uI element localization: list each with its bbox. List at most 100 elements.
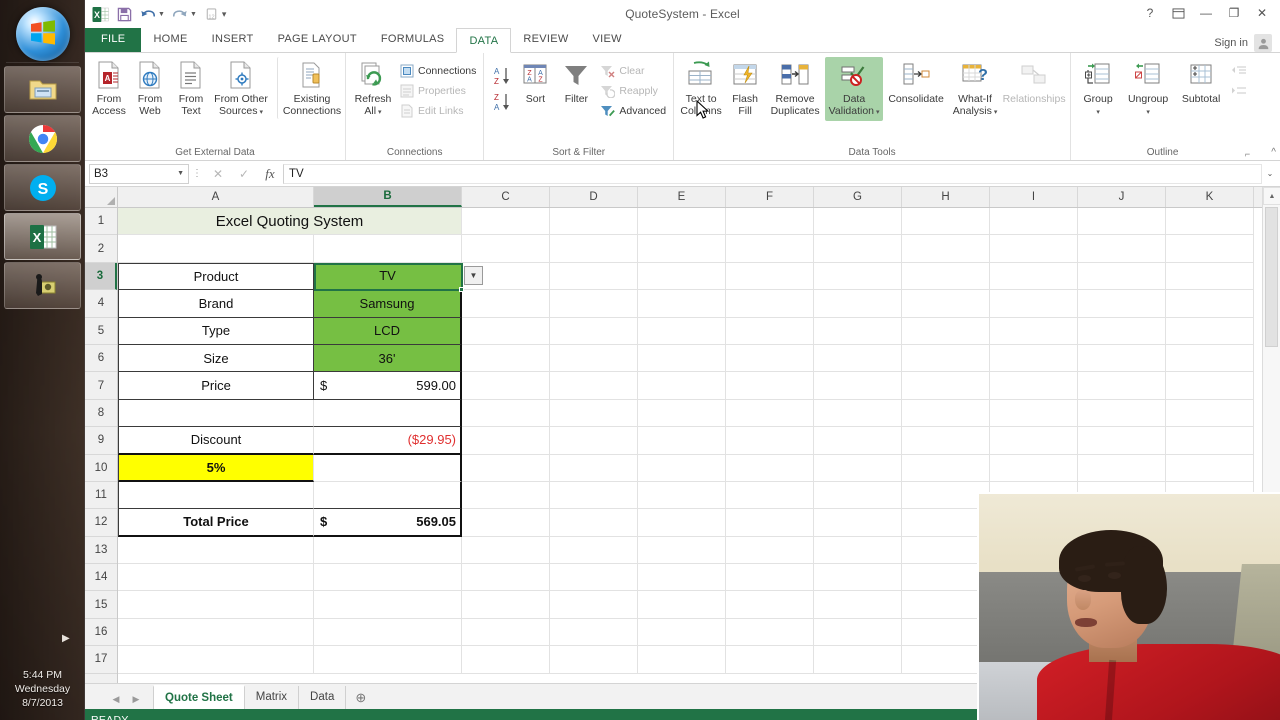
filter-button[interactable]: Filter	[556, 57, 596, 107]
cell-k2[interactable]	[1166, 235, 1254, 263]
confirm-edit-button[interactable]: ✓	[231, 167, 257, 181]
cell-e7[interactable]	[638, 372, 726, 400]
row-header-17[interactable]: 17	[85, 646, 117, 674]
tab-insert[interactable]: INSERT	[200, 27, 266, 52]
column-header-h[interactable]: H	[902, 187, 990, 207]
formula-input[interactable]: TV	[283, 163, 1262, 184]
cell-b7[interactable]: $ 599.00	[314, 372, 462, 400]
cell-k8[interactable]	[1166, 399, 1254, 428]
cell-c16[interactable]	[462, 618, 550, 647]
cell-b13[interactable]	[314, 536, 462, 565]
cell-e11[interactable]	[638, 481, 726, 510]
cell-a6[interactable]: Size	[118, 344, 314, 373]
undo-button[interactable]	[137, 3, 159, 25]
formula-bar-grip[interactable]: ⋮	[189, 168, 205, 179]
from-text-button[interactable]: From Text	[171, 57, 211, 119]
collapse-ribbon-button[interactable]: ^	[1271, 147, 1276, 158]
cell-j5[interactable]	[1078, 317, 1166, 345]
cell-f16[interactable]	[726, 618, 814, 647]
cell-b12[interactable]: $ 569.05	[314, 509, 462, 537]
relationships-button[interactable]: Relationships	[1002, 57, 1066, 107]
subtotal-button[interactable]: Subtotal	[1175, 57, 1227, 107]
cell-c9[interactable]	[462, 427, 550, 455]
cell-k3[interactable]	[1166, 262, 1254, 291]
data-validation-button[interactable]: Data Validation ▾	[696, 57, 884, 121]
cell-d5[interactable]	[550, 317, 638, 345]
row-header-1[interactable]: 1	[85, 208, 117, 236]
cell-h1[interactable]	[902, 208, 990, 236]
cell-e2[interactable]	[638, 235, 726, 263]
cell-d1[interactable]	[550, 208, 638, 236]
cell-e8[interactable]	[638, 399, 726, 428]
existing-connections-button[interactable]: Existing Connections	[277, 57, 341, 119]
row-header-16[interactable]: 16	[85, 619, 117, 647]
cell-k1[interactable]	[1166, 208, 1254, 236]
remove-duplicates-button[interactable]: Remove Duplicates	[766, 57, 824, 119]
cell-k6[interactable]	[1166, 344, 1254, 373]
outline-dialog-launcher[interactable]: ⌐	[1245, 149, 1250, 159]
tab-home[interactable]: HOME	[141, 27, 199, 52]
cell-i1[interactable]	[990, 208, 1078, 236]
cell-g4[interactable]	[814, 290, 902, 318]
cell-d6[interactable]	[550, 344, 638, 373]
cell-e16[interactable]	[638, 618, 726, 647]
hide-detail-button[interactable]	[1228, 81, 1250, 101]
cell-g15[interactable]	[814, 591, 902, 619]
cell-b8[interactable]	[314, 399, 462, 428]
cell-c17[interactable]	[462, 646, 550, 674]
cell-g12[interactable]	[814, 509, 902, 537]
cell-d16[interactable]	[550, 618, 638, 647]
row-header-9[interactable]: 9	[85, 427, 117, 455]
tab-file[interactable]: FILE	[85, 27, 142, 52]
window-controls[interactable]: ? — ❐ ✕	[1136, 2, 1276, 24]
ungroup-button[interactable]: Ungroup ▾	[1122, 57, 1174, 121]
connections-button[interactable]: Connections	[397, 61, 479, 81]
cell-b15[interactable]	[314, 591, 462, 619]
sheet-tab-quote-sheet[interactable]: Quote Sheet	[153, 685, 245, 709]
cell-f14[interactable]	[726, 564, 814, 592]
cell-b17[interactable]	[314, 646, 462, 674]
taskbar-clock[interactable]: 5:44 PM Wednesday 8/7/2013	[0, 668, 85, 710]
tab-page-layout[interactable]: PAGE LAYOUT	[266, 27, 369, 52]
column-header-i[interactable]: I	[990, 187, 1078, 207]
cell-c10[interactable]	[462, 454, 550, 482]
sheet-nav-arrows[interactable]: ◀ ▶	[85, 694, 153, 709]
cell-a17[interactable]	[118, 646, 314, 674]
cell-f15[interactable]	[726, 591, 814, 619]
row-header-6[interactable]: 6	[85, 345, 117, 373]
cell-g17[interactable]	[814, 646, 902, 674]
row-header-14[interactable]: 14	[85, 564, 117, 592]
help-button[interactable]: ?	[1136, 2, 1164, 24]
cell-a14[interactable]	[118, 564, 314, 592]
cell-g2[interactable]	[814, 235, 902, 263]
sheet-tab-matrix[interactable]: Matrix	[245, 686, 300, 709]
taskbar-item-excel[interactable]: X	[4, 213, 81, 260]
next-sheet-button[interactable]: ▶	[127, 694, 145, 705]
cell-f11[interactable]	[726, 481, 814, 510]
cell-a10[interactable]: 5%	[118, 454, 314, 482]
cell-c8[interactable]	[462, 399, 550, 428]
tab-formulas[interactable]: FORMULAS	[369, 27, 457, 52]
cell-f17[interactable]	[726, 646, 814, 674]
cell-h5[interactable]	[902, 317, 990, 345]
cell-f2[interactable]	[726, 235, 814, 263]
row-header-15[interactable]: 15	[85, 591, 117, 619]
column-header-a[interactable]: A	[118, 187, 314, 207]
cell-j10[interactable]	[1078, 454, 1166, 482]
column-header-k[interactable]: K	[1166, 187, 1254, 207]
cell-g9[interactable]	[814, 427, 902, 455]
cancel-edit-button[interactable]: ✕	[205, 167, 231, 181]
cell-c6[interactable]	[462, 344, 550, 373]
cell-e9[interactable]	[638, 427, 726, 455]
cell-c1[interactable]	[462, 208, 550, 236]
row-header-13[interactable]: 13	[85, 537, 117, 565]
column-header-c[interactable]: C	[462, 187, 550, 207]
avatar[interactable]	[1254, 34, 1272, 52]
previous-sheet-button[interactable]: ◀	[107, 694, 125, 705]
cell-c14[interactable]	[462, 564, 550, 592]
what-if-analysis-button[interactable]: ? What-If Analysis ▾	[949, 57, 1001, 121]
row-header-2[interactable]: 2	[85, 235, 117, 263]
cell-f8[interactable]	[726, 399, 814, 428]
column-header-e[interactable]: E	[638, 187, 726, 207]
cell-d11[interactable]	[550, 481, 638, 510]
